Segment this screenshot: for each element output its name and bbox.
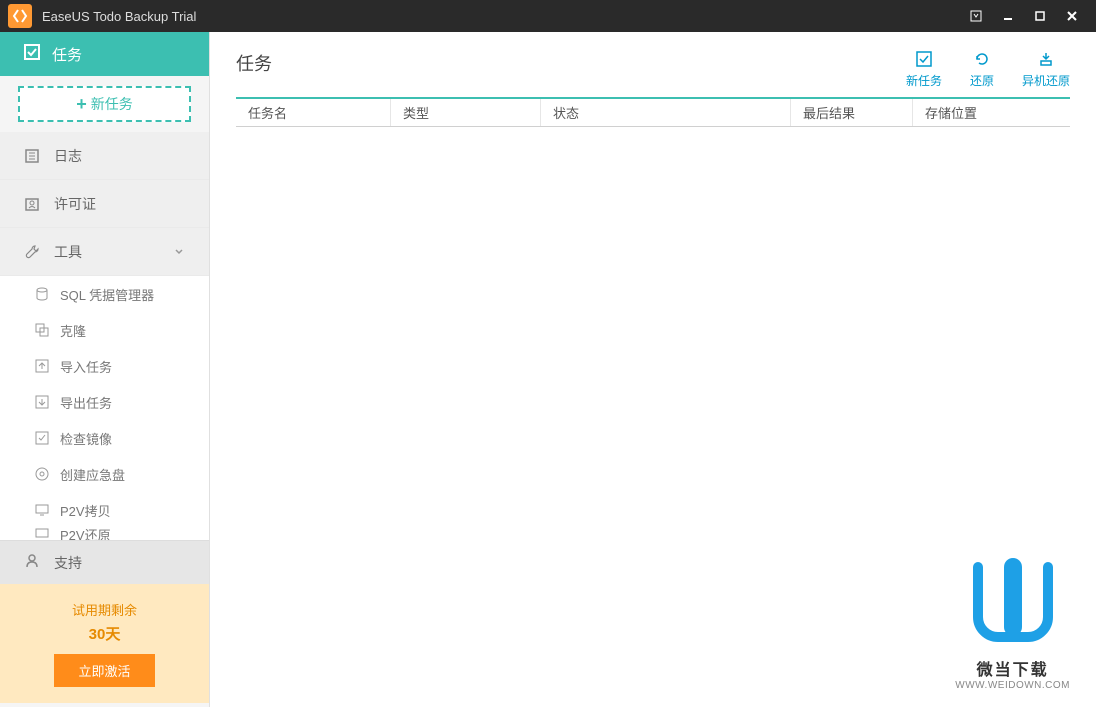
tool-sql-credentials[interactable]: SQL 凭据管理器 xyxy=(0,276,209,312)
sidebar-item-label: 许可证 xyxy=(54,194,96,214)
tool-check-image[interactable]: 检查镜像 xyxy=(0,420,209,456)
plus-icon: + xyxy=(76,94,87,115)
new-task-button[interactable]: + 新任务 xyxy=(18,86,191,122)
support-icon xyxy=(24,553,42,572)
watermark-url: WWW.WEIDOWN.COM xyxy=(955,680,1070,691)
tool-label: 创建应急盘 xyxy=(60,465,125,484)
action-system-restore[interactable]: 异机还原 xyxy=(1022,50,1070,89)
tool-label: 克隆 xyxy=(60,321,86,340)
tools-submenu: SQL 凭据管理器 克隆 导入任务 导出任务 检查镜像 创建应急盘 xyxy=(0,276,209,540)
maximize-button[interactable] xyxy=(1024,4,1056,28)
close-button[interactable] xyxy=(1056,4,1088,28)
tool-label: 检查镜像 xyxy=(60,429,112,448)
column-status[interactable]: 状态 xyxy=(541,99,791,126)
tool-clone[interactable]: 克隆 xyxy=(0,312,209,348)
app-title: EaseUS Todo Backup Trial xyxy=(42,9,196,24)
column-result[interactable]: 最后结果 xyxy=(791,99,913,126)
export-icon xyxy=(34,394,50,410)
titlebar: EaseUS Todo Backup Trial xyxy=(0,0,1096,32)
tray-button[interactable] xyxy=(960,4,992,28)
page-title: 任务 xyxy=(236,50,272,76)
watermark: 微当下载 WWW.WEIDOWN.COM xyxy=(955,557,1070,691)
emergency-disk-icon xyxy=(34,466,50,482)
trial-remaining-label: 试用期剩余 xyxy=(0,600,209,619)
wrench-icon xyxy=(24,244,42,260)
sidebar-item-label: 日志 xyxy=(54,146,82,166)
database-icon xyxy=(34,286,50,302)
checkbox-icon xyxy=(916,50,932,68)
trial-box: 试用期剩余 30天 立即激活 xyxy=(0,584,209,703)
action-new-task[interactable]: 新任务 xyxy=(906,50,942,89)
p2v-restore-icon xyxy=(34,528,50,540)
restore-icon xyxy=(974,50,990,68)
sidebar-item-label: 支持 xyxy=(54,553,82,573)
watermark-logo-icon xyxy=(968,557,1058,647)
tool-label: P2V拷贝 xyxy=(60,501,111,520)
table-header: 任务名 类型 状态 最后结果 存储位置 xyxy=(236,97,1070,127)
tool-create-emergency-disk[interactable]: 创建应急盘 xyxy=(0,456,209,492)
log-icon xyxy=(24,148,42,164)
action-restore[interactable]: 还原 xyxy=(970,50,994,89)
p2v-copy-icon xyxy=(34,502,50,518)
activate-button[interactable]: 立即激活 xyxy=(54,654,154,687)
action-label: 还原 xyxy=(970,72,994,89)
tool-export-task[interactable]: 导出任务 xyxy=(0,384,209,420)
sidebar-item-license[interactable]: 许可证 xyxy=(0,180,209,228)
sidebar-item-log[interactable]: 日志 xyxy=(0,132,209,180)
tool-p2v-restore[interactable]: P2V还原 xyxy=(0,528,209,540)
tool-p2v-copy[interactable]: P2V拷贝 xyxy=(0,492,209,528)
content-area: 任务 新任务 还原 异机还原 任务名 类型 状态 最后结果 xyxy=(210,32,1096,707)
clone-icon xyxy=(34,322,50,338)
sidebar-item-tools[interactable]: 工具 xyxy=(0,228,209,276)
tool-import-task[interactable]: 导入任务 xyxy=(0,348,209,384)
system-restore-icon xyxy=(1038,50,1054,68)
watermark-text: 微当下载 xyxy=(955,656,1070,680)
minimize-button[interactable] xyxy=(992,4,1024,28)
sidebar-item-label: 工具 xyxy=(54,242,82,262)
tool-label: P2V还原 xyxy=(60,528,111,540)
tool-label: 导出任务 xyxy=(60,393,112,412)
check-image-icon xyxy=(34,430,50,446)
import-icon xyxy=(34,358,50,374)
app-logo xyxy=(8,4,32,28)
column-location[interactable]: 存储位置 xyxy=(913,99,1070,126)
sidebar-item-tasks[interactable]: 任务 xyxy=(0,32,209,76)
checkbox-icon xyxy=(24,44,40,64)
sidebar: 任务 + 新任务 日志 许可证 工具 SQL 凭据 xyxy=(0,32,210,707)
column-name[interactable]: 任务名 xyxy=(236,99,391,126)
sidebar-item-support[interactable]: 支持 xyxy=(0,540,209,584)
action-label: 新任务 xyxy=(906,72,942,89)
action-label: 异机还原 xyxy=(1022,72,1070,89)
column-type[interactable]: 类型 xyxy=(391,99,541,126)
license-icon xyxy=(24,196,42,212)
sidebar-item-label: 任务 xyxy=(52,44,82,65)
tool-label: SQL 凭据管理器 xyxy=(60,285,154,304)
trial-days: 30天 xyxy=(0,623,209,644)
chevron-down-icon xyxy=(173,244,185,260)
tool-label: 导入任务 xyxy=(60,357,112,376)
new-task-label: 新任务 xyxy=(91,94,133,114)
